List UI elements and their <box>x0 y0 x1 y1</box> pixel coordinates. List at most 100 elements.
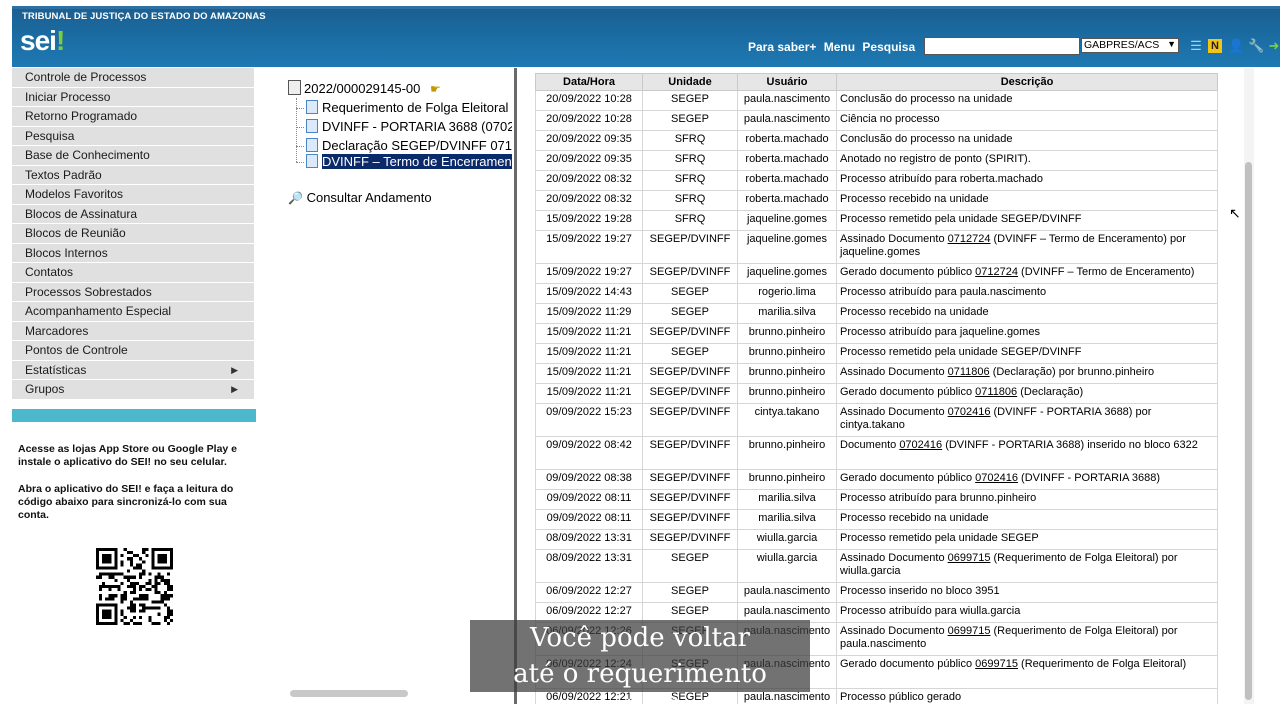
table-row: 15/09/2022 11:21 SEGEP brunno.pinheiro Proc… <box>535 343 1218 364</box>
qr-module <box>136 597 140 601</box>
document-link[interactable]: 0699715 <box>975 658 1018 670</box>
cell-unit: SFRQ <box>642 170 738 191</box>
menu-item[interactable]: Blocos de Assinatura <box>12 204 254 224</box>
cell-description: Processo atribuído para roberta.machado <box>836 170 1218 191</box>
hand-icon[interactable]: ☛ <box>430 82 441 96</box>
document-link[interactable]: 0702416 <box>975 472 1018 484</box>
qr-module <box>129 581 133 585</box>
document-icon <box>306 100 318 114</box>
menu-item[interactable]: Textos Padrão <box>12 165 254 185</box>
exit-icon[interactable]: ➜ <box>1266 38 1280 54</box>
qr-module <box>132 621 137 625</box>
menu-item[interactable]: Modelos Favoritos <box>12 185 254 205</box>
notes-icon[interactable]: N <box>1208 39 1222 53</box>
menu-item[interactable]: Iniciar Processo <box>12 87 254 107</box>
qr-module <box>120 581 124 585</box>
col-header-date[interactable]: Data/Hora <box>535 73 643 91</box>
cell-date: 15/09/2022 19:27 <box>535 230 643 264</box>
qr-module <box>169 594 173 598</box>
list-icon[interactable]: ☰ <box>1188 38 1204 54</box>
qr-module <box>142 606 146 610</box>
description-text: (DVINFF - PORTARIA 3688) <box>1017 472 1160 484</box>
menu-item[interactable]: Pesquisa <box>12 126 254 146</box>
menu-item[interactable]: Estatísticas ▶ <box>12 360 254 380</box>
qr-module <box>129 557 133 561</box>
menu-item[interactable]: Blocos Internos <box>12 243 254 263</box>
menu-item[interactable]: Contatos <box>12 263 254 283</box>
menu-item[interactable]: Blocos de Reunião <box>12 224 254 244</box>
cell-date: 15/09/2022 11:21 <box>535 363 643 384</box>
user-icon[interactable]: 👤 <box>1228 38 1244 54</box>
menu-item[interactable]: Acompanhamento Especial <box>12 302 254 322</box>
document-link[interactable]: 0711806 <box>948 366 990 378</box>
document-link[interactable]: 0699715 <box>948 552 991 564</box>
link-pesquisa[interactable]: Pesquisa <box>862 40 915 54</box>
table-row: 20/09/2022 08:32 SFRQ roberta.machado Proce… <box>535 170 1218 191</box>
tree-root[interactable]: 2022/000029145-00 ☛ <box>288 80 441 96</box>
qr-module <box>123 594 127 598</box>
menu-item[interactable]: Marcadores <box>12 321 254 341</box>
vertical-scrollbar-thumb[interactable] <box>1245 162 1252 700</box>
document-link[interactable]: 0712724 <box>948 233 991 245</box>
tree-document-selected[interactable]: DVINFF – Termo de Encerramento <box>306 153 512 170</box>
cell-user: brunno.pinheiro <box>737 323 837 344</box>
menu-item[interactable]: Retorno Programado <box>12 107 254 127</box>
description-text: Assinado Documento <box>840 366 948 378</box>
link-menu[interactable]: Menu <box>824 40 855 54</box>
document-link[interactable]: 0699715 <box>948 625 991 637</box>
qr-module <box>111 594 115 598</box>
description-text: (Requerimento de Folga Eleitoral) <box>1017 658 1187 670</box>
link-para-saber[interactable]: Para saber+ <box>748 40 816 54</box>
menu-item[interactable]: Pontos de Controle <box>12 341 254 361</box>
tree-document[interactable]: Requerimento de Folga Eleitoral <box>306 99 512 116</box>
tree-document-label: DVINFF – Termo de Encerramento <box>322 154 512 169</box>
qr-module <box>139 566 143 570</box>
unit-select[interactable]: GABPRES/ACS ▼ <box>1081 38 1179 53</box>
document-link[interactable]: 0702416 <box>899 439 942 451</box>
cell-date: 15/09/2022 19:27 <box>535 263 643 284</box>
cell-description: Processo recebido na unidade <box>836 190 1218 211</box>
menu-item[interactable]: Processos Sobrestados <box>12 282 254 302</box>
qr-module <box>132 606 137 610</box>
horizontal-scrollbar[interactable] <box>290 690 408 697</box>
tools-icon[interactable]: 🔧 <box>1248 38 1264 54</box>
qr-module <box>148 578 152 582</box>
tree-document-label: DVINFF - PORTARIA 3688 (0702416) <box>322 119 512 134</box>
tree-document[interactable]: DVINFF - PORTARIA 3688 (0702416) <box>306 118 512 135</box>
sei-logo[interactable]: sei! <box>20 25 80 61</box>
description-text: Processo recebido na unidade <box>840 512 989 524</box>
menu-item[interactable]: Grupos ▶ <box>12 380 254 400</box>
cell-date: 09/09/2022 08:38 <box>535 469 643 490</box>
qr-module <box>126 575 130 579</box>
process-icon <box>288 80 301 95</box>
col-header-description[interactable]: Descrição <box>836 73 1218 91</box>
qr-module <box>145 606 149 610</box>
qr-module <box>129 560 133 564</box>
process-tree: 2022/000029145-00 ☛ Requerimento de Folg… <box>258 68 514 704</box>
cell-description: Processo atribuído para brunno.pinheiro <box>836 489 1218 510</box>
menu-item-label: Estatísticas <box>25 362 87 377</box>
qr-module <box>126 551 130 555</box>
menu-item[interactable]: Base de Conhecimento <box>12 146 254 166</box>
description-text: Processo remetido pela unidade SEGEP <box>840 532 1039 544</box>
document-link[interactable]: 0712724 <box>975 266 1018 278</box>
col-header-user[interactable]: Usuário <box>737 73 837 91</box>
document-link[interactable]: 0711806 <box>975 386 1017 398</box>
document-link[interactable]: 0702416 <box>948 406 991 418</box>
qr-module <box>160 600 164 604</box>
col-header-unit[interactable]: Unidade <box>642 73 738 91</box>
qr-module <box>126 578 130 582</box>
search-input[interactable] <box>924 37 1080 55</box>
qr-module <box>136 554 140 558</box>
qr-module <box>151 584 155 589</box>
table-row: 09/09/2022 08:11 SEGEP/DVINFF marilia.silv… <box>535 509 1218 530</box>
menu-item-label: Controle de Processos <box>25 70 147 84</box>
cell-unit: SEGEP/DVINFF <box>642 489 738 510</box>
description-text: Processo remetido pela unidade SEGEP/DVI… <box>840 346 1082 358</box>
qr-module <box>129 575 133 579</box>
qr-finder <box>102 554 112 564</box>
consultar-andamento-link[interactable]: 🔎 Consultar Andamento <box>288 190 432 205</box>
menu-item[interactable]: Controle de Processos <box>12 68 254 88</box>
tree-connector <box>296 127 304 128</box>
tree-document[interactable]: Declaração SEGEP/DVINFF 0711806 <box>306 137 512 154</box>
